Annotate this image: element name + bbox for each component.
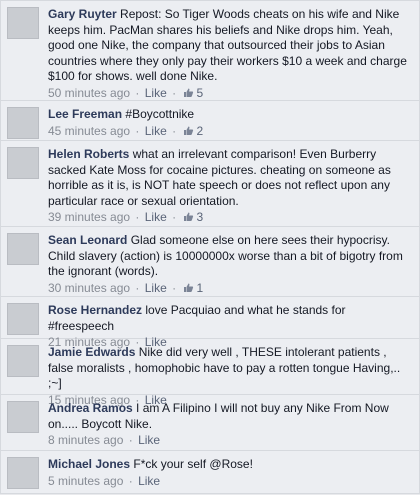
like-button[interactable]: Like <box>145 281 167 295</box>
meta-separator: · <box>172 210 177 224</box>
comment-author[interactable]: Gary Ruyter <box>48 7 117 21</box>
comment-body: Michael Jones F*ck your self @Rose! 5 mi… <box>48 457 413 489</box>
comment-meta: 45 minutes ago · Like · 2 <box>48 124 413 140</box>
avatar[interactable] <box>7 233 39 265</box>
comment-meta: 8 minutes ago · Like <box>48 433 413 449</box>
avatar[interactable] <box>7 345 39 377</box>
meta-separator: · <box>135 123 140 138</box>
comment-author[interactable]: Lee Freeman <box>48 107 122 121</box>
comment-meta: 39 minutes ago · Like · 3 <box>48 210 413 226</box>
thumbs-up-icon <box>183 125 194 136</box>
like-count[interactable]: 3 <box>196 210 203 224</box>
like-button[interactable]: Like <box>145 210 167 224</box>
meta-separator: · <box>172 280 177 295</box>
comment-meta: 5 minutes ago · Like <box>48 474 413 490</box>
meta-separator: · <box>172 123 177 138</box>
like-count[interactable]: 1 <box>196 281 203 295</box>
like-button[interactable]: Like <box>145 86 167 100</box>
comment-author[interactable]: Rose Hernandez <box>48 303 142 317</box>
comment-timestamp[interactable]: 45 minutes ago <box>48 124 130 138</box>
comment-author[interactable]: Sean Leonard <box>48 233 127 247</box>
comment-author[interactable]: Helen Roberts <box>48 147 129 161</box>
meta-separator: · <box>135 280 140 295</box>
like-button[interactable]: Like <box>138 433 160 447</box>
like-button[interactable]: Like <box>138 474 160 488</box>
thumbs-up-icon <box>183 211 194 222</box>
comment-item: Andrea Ramos I am A Filipino I will not … <box>1 395 420 451</box>
avatar[interactable] <box>7 401 39 433</box>
comment-item: Rose Hernandez love Pacquiao and what he… <box>1 297 420 349</box>
comment-item: Lee Freeman #Boycottnike 45 minutes ago … <box>1 101 420 141</box>
meta-separator: · <box>172 85 177 100</box>
comment-author[interactable]: Andrea Ramos <box>48 401 133 415</box>
avatar[interactable] <box>7 7 39 39</box>
comment-item: Helen Roberts what an irrelevant compari… <box>1 141 420 227</box>
comment-timestamp[interactable]: 50 minutes ago <box>48 86 130 100</box>
comment-item: Gary Ruyter Repost: So Tiger Woods cheat… <box>1 1 420 101</box>
comment-thread: Gary Ruyter Repost: So Tiger Woods cheat… <box>0 0 420 494</box>
thumbs-up-icon <box>183 87 194 98</box>
comment-text: F*ck your self @Rose! <box>133 457 253 471</box>
meta-separator: · <box>135 85 140 100</box>
avatar[interactable] <box>7 147 39 179</box>
comment-timestamp[interactable]: 30 minutes ago <box>48 281 130 295</box>
comment-item: Jamie Edwards Nike did very well , THESE… <box>1 339 420 407</box>
comment-author[interactable]: Jamie Edwards <box>48 345 135 359</box>
thumbs-up-icon <box>183 282 194 293</box>
avatar[interactable] <box>7 107 39 139</box>
comment-item: Michael Jones F*ck your self @Rose! 5 mi… <box>1 451 420 495</box>
comment-text: #Boycottnike <box>125 107 195 121</box>
avatar[interactable] <box>7 457 39 489</box>
comment-timestamp[interactable]: 5 minutes ago <box>48 474 123 488</box>
like-count[interactable]: 5 <box>196 86 203 100</box>
meta-separator: · <box>135 210 140 224</box>
comment-timestamp[interactable]: 39 minutes ago <box>48 210 130 224</box>
comment-body: Sean Leonard Glad someone else on here s… <box>48 233 413 296</box>
meta-separator: · <box>128 433 133 447</box>
comment-body: Helen Roberts what an irrelevant compari… <box>48 147 413 226</box>
like-button[interactable]: Like <box>145 124 167 138</box>
comment-timestamp[interactable]: 8 minutes ago <box>48 433 123 447</box>
comment-meta: 50 minutes ago · Like · 5 <box>48 86 413 102</box>
meta-separator: · <box>128 473 133 488</box>
comment-body: Gary Ruyter Repost: So Tiger Woods cheat… <box>48 7 413 101</box>
like-count[interactable]: 2 <box>196 124 203 138</box>
comment-body: Andrea Ramos I am A Filipino I will not … <box>48 401 413 449</box>
comment-item: Sean Leonard Glad someone else on here s… <box>1 227 420 297</box>
comment-meta: 30 minutes ago · Like · 1 <box>48 281 413 297</box>
comment-author[interactable]: Michael Jones <box>48 457 130 471</box>
avatar[interactable] <box>7 303 39 335</box>
comment-body: Lee Freeman #Boycottnike 45 minutes ago … <box>48 107 413 139</box>
